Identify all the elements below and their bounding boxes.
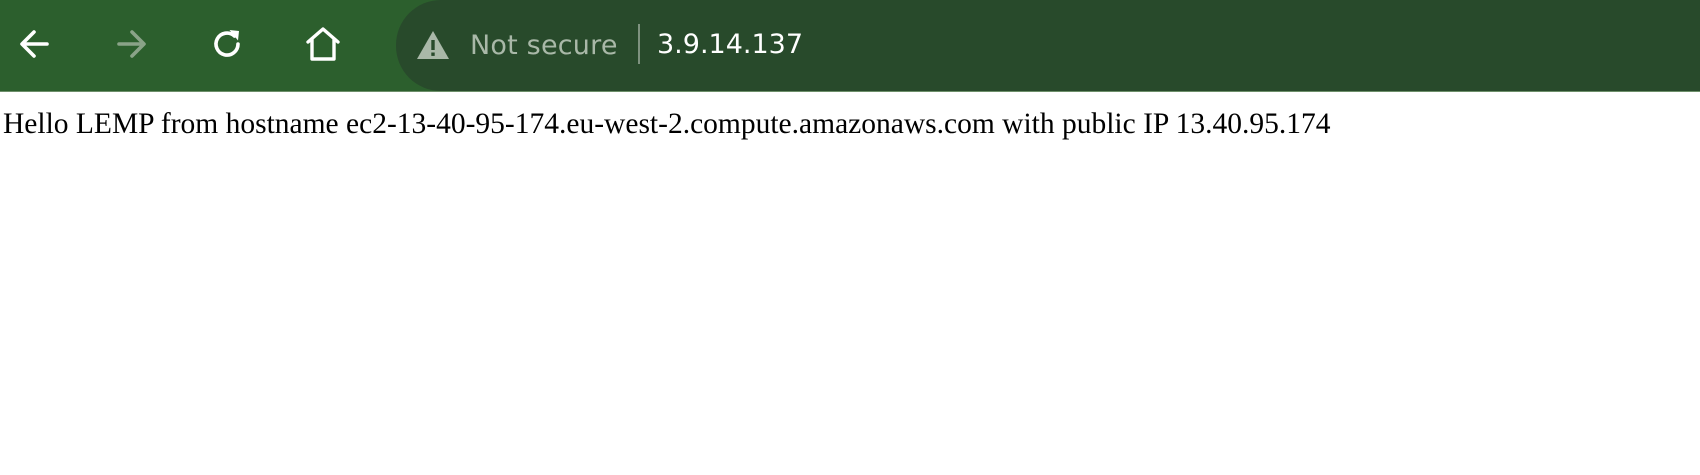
page-body-text: Hello LEMP from hostname ec2-13-40-95-17… xyxy=(3,108,1331,140)
address-bar[interactable]: Not secure 3.9.14.137 xyxy=(396,0,1700,91)
security-label: Not secure xyxy=(470,29,618,61)
back-button[interactable] xyxy=(9,18,61,70)
warning-triangle-icon xyxy=(416,30,450,60)
page-content: Hello LEMP from hostname ec2-13-40-95-17… xyxy=(0,92,1700,475)
arrow-left-icon xyxy=(20,30,49,58)
home-icon xyxy=(306,27,340,61)
forward-button[interactable] xyxy=(105,18,157,70)
browser-toolbar: Not secure 3.9.14.137 xyxy=(0,0,1700,92)
reload-button[interactable] xyxy=(201,18,253,70)
url-text[interactable]: 3.9.14.137 xyxy=(657,22,803,68)
reload-icon xyxy=(214,30,240,57)
omnibox-divider xyxy=(638,24,640,64)
arrow-right-icon xyxy=(117,30,146,58)
home-button[interactable] xyxy=(297,18,349,70)
security-indicator[interactable]: Not secure xyxy=(416,22,618,68)
